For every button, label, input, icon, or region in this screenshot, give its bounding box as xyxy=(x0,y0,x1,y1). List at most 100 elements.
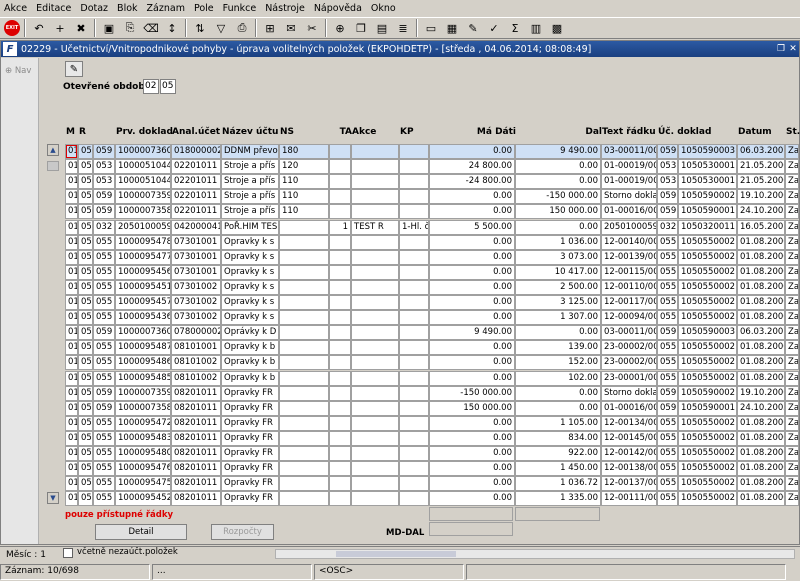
column-header-kp[interactable]: KP xyxy=(400,127,430,137)
cell-r[interactable]: 05 xyxy=(78,400,93,416)
cell-m[interactable]: 01 xyxy=(65,385,78,401)
cell-nazev[interactable]: Opravky FR xyxy=(221,385,279,401)
cell-x[interactable]: 1050550002 xyxy=(678,295,737,310)
detail-button[interactable]: Detail xyxy=(95,524,187,540)
cell-doklad[interactable]: 1000095436 xyxy=(115,310,171,326)
cell-nazev[interactable]: Stroje a přís xyxy=(221,174,279,190)
cell-dal[interactable]: 0.00 xyxy=(515,159,601,175)
cell-madati[interactable]: 9 490.00 xyxy=(429,325,515,341)
cell-m[interactable]: 01 xyxy=(65,249,78,265)
cell-anal[interactable]: 08201011 xyxy=(171,415,221,431)
cell-doklad[interactable]: 1000095477 xyxy=(115,249,171,265)
cell-madati[interactable]: 0.00 xyxy=(429,491,515,507)
cell-akce[interactable] xyxy=(351,144,399,159)
cell-text[interactable]: 12-00094/000 xyxy=(601,310,657,326)
cell-kp[interactable] xyxy=(399,461,429,477)
cell-kp[interactable] xyxy=(399,249,429,265)
cell-doklad[interactable]: 1000095457 xyxy=(115,295,171,310)
cell-text[interactable]: 01-00019/000 xyxy=(601,174,657,190)
cell-akce[interactable] xyxy=(351,430,399,446)
cell-datum[interactable]: 01.08.2006 xyxy=(737,415,785,431)
cell-anal[interactable]: 02201011 xyxy=(171,174,221,190)
back-icon[interactable]: ↶ xyxy=(30,19,48,37)
cell-madati[interactable]: 0.00 xyxy=(429,340,515,356)
column-header-uc[interactable]: Úč. doklad xyxy=(658,127,711,137)
cell-text[interactable]: 23-00002/000 xyxy=(601,355,657,371)
cell-x[interactable]: 1050590001 xyxy=(678,204,737,220)
cell-dal[interactable]: 3 073.00 xyxy=(515,249,601,265)
cell-ns[interactable] xyxy=(279,310,329,326)
cell-uc[interactable]: 055 xyxy=(657,295,678,310)
cell-ns[interactable] xyxy=(279,370,329,386)
cell-uc[interactable]: 053 xyxy=(657,174,678,190)
cell-st[interactable]: Za xyxy=(785,476,799,492)
cell-datum[interactable]: 01.08.2006 xyxy=(737,355,785,371)
cell-c[interactable]: 055 xyxy=(93,249,115,265)
paste-icon[interactable]: ▤ xyxy=(373,19,391,37)
cell-datum[interactable]: 01.08.2006 xyxy=(737,279,785,295)
cell-m[interactable]: 01 xyxy=(65,415,78,431)
cell-uc[interactable]: 055 xyxy=(657,355,678,371)
cell-datum[interactable]: 01.08.2006 xyxy=(737,295,785,310)
cell-m[interactable]: 01 xyxy=(65,355,78,371)
cell-ta[interactable] xyxy=(329,249,351,265)
cell-kp[interactable] xyxy=(399,415,429,431)
cell-anal[interactable]: 02201011 xyxy=(171,189,221,205)
cell-ns[interactable] xyxy=(279,385,329,401)
cell-st[interactable]: Za xyxy=(785,174,799,190)
cell-doklad[interactable]: 1000007359 xyxy=(115,385,171,401)
cell-text[interactable]: 01-00016/000 xyxy=(601,400,657,416)
cell-st[interactable]: Za xyxy=(785,430,799,446)
chart-icon[interactable]: ▥ xyxy=(527,19,545,37)
cell-x[interactable]: 1050550002 xyxy=(678,476,737,492)
exit-icon[interactable]: EXIT xyxy=(4,20,20,36)
cell-kp[interactable] xyxy=(399,159,429,175)
cell-akce[interactable] xyxy=(351,385,399,401)
cell-doklad[interactable]: 1000095472 xyxy=(115,415,171,431)
column-header-st[interactable]: St. xyxy=(786,127,800,137)
cell-madati[interactable]: 0.00 xyxy=(429,355,515,371)
scroll-up-icon[interactable]: ▲ xyxy=(47,144,59,156)
cell-nazev[interactable]: Opravky k b xyxy=(221,340,279,356)
cell-x[interactable]: 1050590002 xyxy=(678,189,737,205)
menu-item[interactable]: Dotaz xyxy=(80,3,108,14)
cell-anal[interactable]: 07301001 xyxy=(171,249,221,265)
cell-ns[interactable] xyxy=(279,234,329,250)
cell-text[interactable]: 23-00001/000 xyxy=(601,370,657,386)
cell-c[interactable]: 059 xyxy=(93,385,115,401)
cell-ns[interactable] xyxy=(279,400,329,416)
cell-m[interactable]: 01 xyxy=(65,204,78,220)
cell-kp[interactable] xyxy=(399,340,429,356)
cell-uc[interactable]: 055 xyxy=(657,249,678,265)
cell-dal[interactable]: 152.00 xyxy=(515,355,601,371)
cell-r[interactable]: 05 xyxy=(78,385,93,401)
cell-m[interactable]: 01 xyxy=(65,279,78,295)
cell-st[interactable]: Za xyxy=(785,219,799,235)
cell-datum[interactable]: 01.08.2006 xyxy=(737,249,785,265)
cell-x[interactable]: 1050550002 xyxy=(678,461,737,477)
cell-dal[interactable]: 139.00 xyxy=(515,340,601,356)
period-year-field[interactable]: 05 xyxy=(160,79,176,94)
cell-anal[interactable]: 08101002 xyxy=(171,355,221,371)
cell-text[interactable]: 01-00019/000 xyxy=(601,159,657,175)
cell-nazev[interactable]: Opravky k s xyxy=(221,264,279,280)
cell-r[interactable]: 05 xyxy=(78,355,93,371)
cell-ta[interactable] xyxy=(329,325,351,341)
cell-ns[interactable] xyxy=(279,491,329,507)
cell-ta[interactable] xyxy=(329,234,351,250)
cell-x[interactable]: 1050550002 xyxy=(678,279,737,295)
nav-button[interactable]: ⊕ Nav xyxy=(1,58,38,76)
cell-anal[interactable]: 07301002 xyxy=(171,295,221,310)
cell-anal[interactable]: 078000002 xyxy=(171,325,221,341)
menu-item[interactable]: Záznam xyxy=(147,3,185,14)
cell-ta[interactable] xyxy=(329,491,351,507)
cell-m[interactable]: 01 xyxy=(65,219,78,235)
cell-madati[interactable]: -24 800.00 xyxy=(429,174,515,190)
cell-text[interactable]: 12-00138/000 xyxy=(601,461,657,477)
cell-kp[interactable] xyxy=(399,385,429,401)
cell-nazev[interactable]: Opravky k s xyxy=(221,279,279,295)
cell-r[interactable]: 05 xyxy=(78,159,93,175)
cell-ns[interactable] xyxy=(279,279,329,295)
cell-doklad[interactable]: 1000007358 xyxy=(115,400,171,416)
cell-kp[interactable] xyxy=(399,189,429,205)
